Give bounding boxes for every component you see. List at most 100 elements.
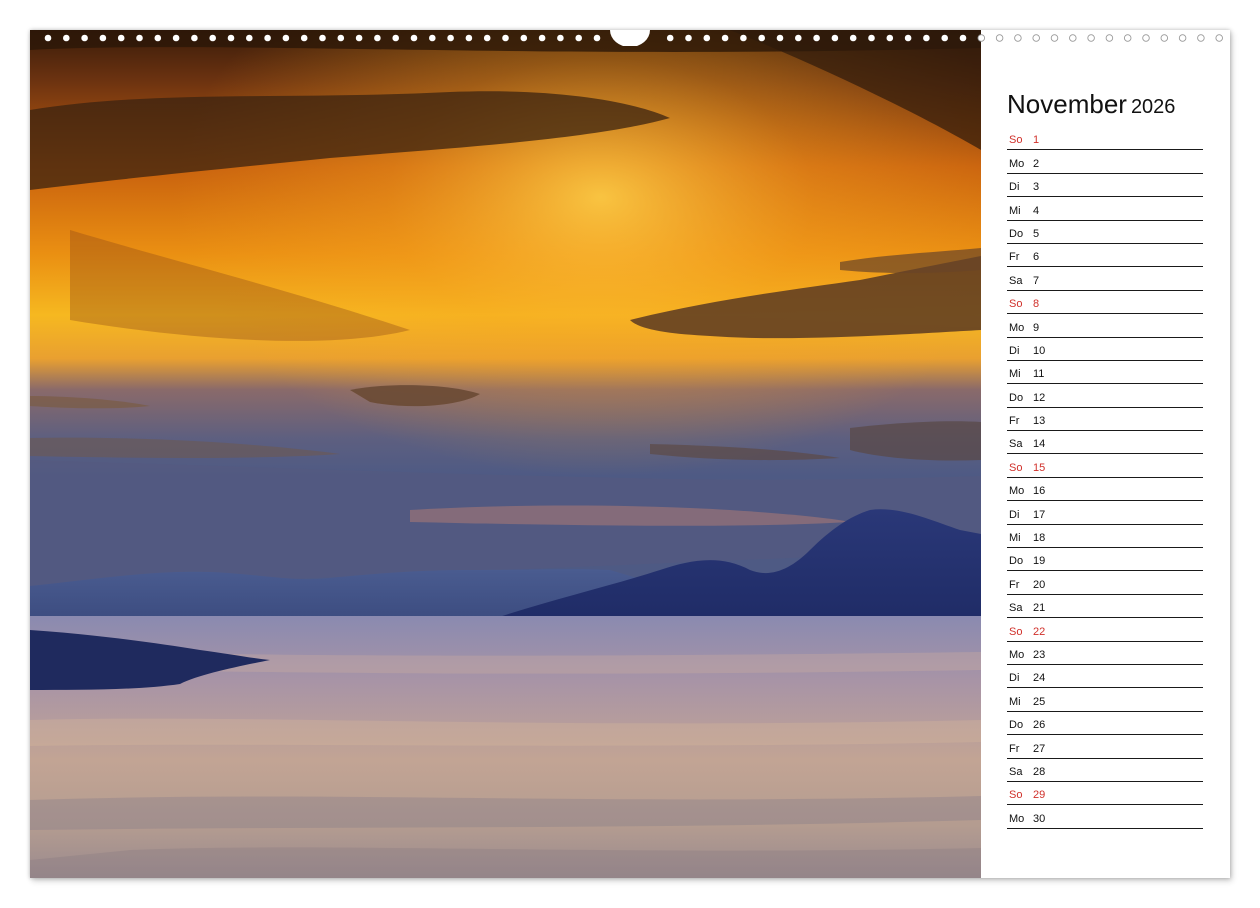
day-number: 3 xyxy=(1033,181,1040,194)
weekday-label: Di xyxy=(1009,508,1020,521)
day-row: Mo 23 xyxy=(1007,642,1203,665)
weekday-label: Mi xyxy=(1009,204,1021,217)
weekday-label: Do xyxy=(1009,391,1024,404)
day-number: 24 xyxy=(1033,672,1046,685)
weekday-label: Fr xyxy=(1009,742,1020,755)
day-row: Mi 25 xyxy=(1007,688,1203,712)
day-number: 20 xyxy=(1033,578,1046,591)
day-number: 23 xyxy=(1033,648,1046,661)
day-row: Mi 4 xyxy=(1007,197,1203,221)
year: 2026 xyxy=(1130,96,1176,118)
day-number: 22 xyxy=(1033,625,1046,638)
day-number: 18 xyxy=(1033,532,1046,545)
weekday-label: Di xyxy=(1009,181,1020,194)
weekday-label: So xyxy=(1009,461,1023,474)
weekday-label: Mi xyxy=(1009,532,1021,545)
day-number: 28 xyxy=(1033,765,1046,778)
day-number: 11 xyxy=(1033,368,1045,381)
day-row: Do 19 xyxy=(1007,548,1203,572)
day-number: 6 xyxy=(1033,251,1040,264)
day-number: 26 xyxy=(1033,719,1046,732)
binding-hole xyxy=(1178,34,1187,42)
day-row: Fr 13 xyxy=(1007,408,1203,432)
weekday-label: So xyxy=(1009,625,1023,638)
day-row: Mo 30 xyxy=(1007,805,1203,829)
day-number: 15 xyxy=(1033,461,1046,474)
day-number: 16 xyxy=(1033,485,1046,498)
weekday-label: Mo xyxy=(1009,485,1025,498)
day-row: Mo 2 xyxy=(1007,150,1203,174)
day-number: 8 xyxy=(1033,298,1040,311)
binding-hole xyxy=(1123,34,1132,42)
weekday-label: Sa xyxy=(1009,438,1023,451)
day-row: Mi 11 xyxy=(1007,361,1203,385)
day-row: Do 26 xyxy=(1007,712,1203,736)
binding-hole xyxy=(1032,34,1040,42)
day-row: Do 5 xyxy=(1007,221,1203,244)
weekday-label: So xyxy=(1009,134,1023,147)
calendar-page: November 2026 So 1 Mo 2 Di 3 Mi 4 Do 5 Fr 6 Sa 7 So 8 Mo 9… xyxy=(30,30,1230,878)
weekday-label: So xyxy=(1009,298,1023,311)
day-row: Mi 18 xyxy=(1007,525,1203,549)
binding-hole xyxy=(1142,34,1150,42)
weekday-label: Do xyxy=(1009,719,1024,732)
sunset-photo xyxy=(30,30,981,878)
day-number: 17 xyxy=(1033,508,1046,521)
day-number: 21 xyxy=(1033,602,1046,615)
day-row: Fr 27 xyxy=(1007,735,1203,759)
weekday-label: Di xyxy=(1009,672,1020,685)
weekday-label: Mi xyxy=(1009,368,1021,381)
day-row: Di 10 xyxy=(1007,338,1203,361)
binding-hole xyxy=(1105,34,1114,42)
day-number: 29 xyxy=(1033,789,1046,802)
day-number: 5 xyxy=(1033,227,1040,240)
calendar-title: November 2026 xyxy=(1007,86,1203,119)
weekday-label: So xyxy=(1009,789,1023,802)
binding-hole xyxy=(1197,34,1205,42)
day-row: Mo 16 xyxy=(1007,478,1203,502)
day-number: 12 xyxy=(1033,391,1046,404)
weekday-label: Fr xyxy=(1009,415,1020,428)
day-number: 2 xyxy=(1033,157,1040,170)
day-row: Mo 9 xyxy=(1007,314,1203,338)
binding-hole xyxy=(1050,34,1059,42)
binding-hole xyxy=(1069,34,1077,42)
month-calendar: November 2026 So 1 Mo 2 Di 3 Mi 4 Do 5 Fr 6 Sa 7 So 8 Mo 9… xyxy=(1007,86,1203,829)
weekday-label: Mo xyxy=(1009,321,1025,334)
day-row: Fr 6 xyxy=(1007,244,1203,268)
sunset-illustration xyxy=(30,30,981,878)
month-name: November xyxy=(1007,89,1127,119)
day-row: Sa 7 xyxy=(1007,267,1203,291)
day-number: 7 xyxy=(1033,274,1040,287)
weekday-label: Sa xyxy=(1009,274,1023,287)
day-row: So 15 xyxy=(1007,454,1203,478)
day-row: So 8 xyxy=(1007,291,1203,315)
day-row: So 29 xyxy=(1007,782,1203,806)
day-row: So 22 xyxy=(1007,618,1203,642)
day-number: 19 xyxy=(1033,555,1046,568)
weekday-label: Sa xyxy=(1009,602,1023,615)
day-row: Di 17 xyxy=(1007,501,1203,525)
binding-hole xyxy=(1215,34,1223,42)
day-list: So 1 Mo 2 Di 3 Mi 4 Do 5 Fr 6 Sa 7 So 8 Mo 9 Di 10 Mi 11 Do 12 F… xyxy=(1007,127,1203,829)
day-row: Di 3 xyxy=(1007,174,1203,198)
day-number: 30 xyxy=(1033,812,1046,825)
weekday-label: Di xyxy=(1009,344,1020,357)
weekday-label: Mo xyxy=(1009,157,1025,170)
day-number: 27 xyxy=(1033,742,1046,755)
day-number: 4 xyxy=(1033,204,1040,217)
weekday-label: Sa xyxy=(1009,765,1023,778)
weekday-label: Fr xyxy=(1009,578,1020,591)
day-row: So 1 xyxy=(1007,127,1203,151)
weekday-label: Mo xyxy=(1009,812,1025,825)
binding-hole xyxy=(995,34,1004,42)
day-row: Sa 21 xyxy=(1007,595,1203,619)
day-number: 9 xyxy=(1033,321,1040,334)
day-row: Do 12 xyxy=(1007,384,1203,408)
day-row: Di 24 xyxy=(1007,665,1203,689)
weekday-label: Do xyxy=(1009,555,1024,568)
weekday-label: Do xyxy=(1009,227,1024,240)
day-number: 13 xyxy=(1033,415,1046,428)
day-row: Sa 14 xyxy=(1007,431,1203,455)
day-number: 25 xyxy=(1033,695,1046,708)
